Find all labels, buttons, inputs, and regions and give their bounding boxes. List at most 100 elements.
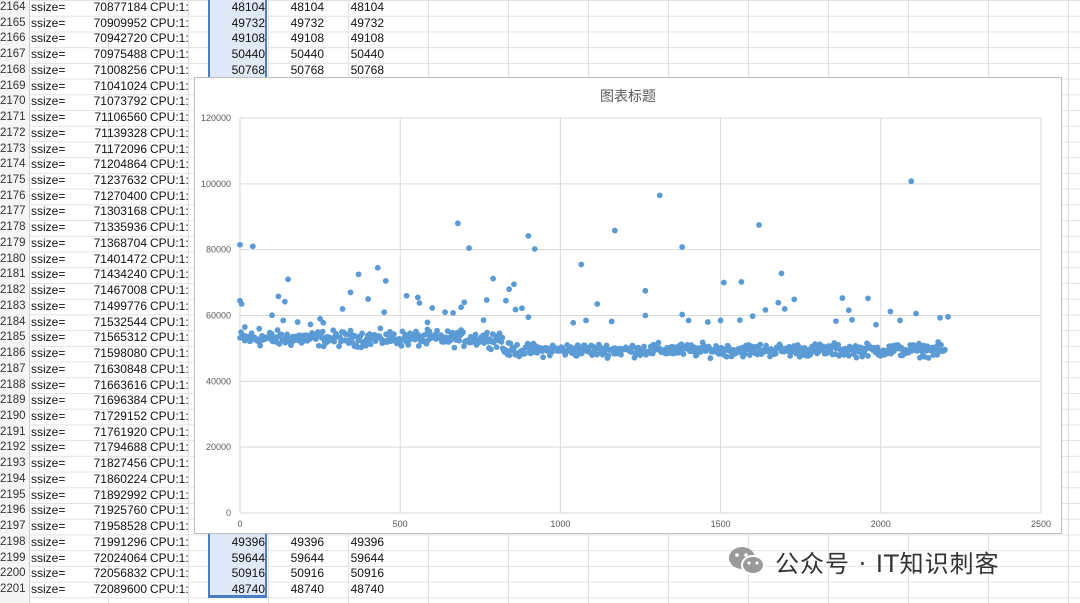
cell-label[interactable]: ssize= [31, 409, 89, 425]
cell-label[interactable]: ssize= [31, 393, 89, 409]
row-number[interactable]: 2184 [0, 315, 29, 331]
row-number[interactable]: 2180 [0, 252, 29, 268]
cell-label[interactable]: ssize= [31, 535, 89, 551]
cell-e[interactable]: 48104 [268, 0, 326, 16]
row-number[interactable]: 2183 [0, 299, 29, 315]
cell-d[interactable]: 50916 [209, 566, 267, 582]
cell-label[interactable]: ssize= [31, 236, 89, 252]
cell-label[interactable]: ssize= [31, 79, 89, 95]
cell-value[interactable]: 71237632 [89, 173, 147, 189]
cell-d[interactable]: 50440 [209, 47, 267, 63]
cell-f[interactable]: 48104 [328, 0, 386, 16]
chart-object[interactable]: 图表标题 0 20000 40000 60000 80000 100000 120000 0… [194, 77, 1062, 534]
row-number[interactable]: 2178 [0, 220, 29, 236]
cell-label[interactable]: ssize= [31, 0, 89, 16]
cell-value[interactable]: 71139328 [89, 126, 148, 142]
cell-label[interactable]: ssize= [31, 362, 89, 378]
cell-value[interactable]: 71925760 [89, 503, 147, 519]
cell-label[interactable]: ssize= [31, 315, 89, 331]
cell-label[interactable]: ssize= [31, 503, 89, 519]
row-number[interactable]: 2177 [0, 204, 29, 220]
cell-cpu[interactable]: CPU:1: [150, 16, 208, 32]
row-number[interactable]: 2190 [0, 409, 29, 425]
cell-label[interactable]: ssize= [31, 110, 89, 126]
cell-label[interactable]: ssize= [31, 126, 89, 142]
cell-value[interactable]: 71499776 [89, 299, 147, 315]
row-number[interactable]: 2186 [0, 346, 29, 362]
cell-f[interactable]: 59644 [328, 551, 386, 567]
row-number[interactable]: 2169 [0, 79, 29, 95]
cell-f[interactable]: 50440 [328, 47, 386, 63]
cell-value[interactable]: 71041024 [89, 79, 147, 95]
row-number[interactable]: 2195 [0, 488, 29, 504]
cell-label[interactable]: ssize= [31, 378, 89, 394]
cell-label[interactable]: ssize= [31, 157, 89, 173]
cell-value[interactable]: 71008256 [89, 63, 147, 79]
cell-value[interactable]: 72089600 [89, 582, 147, 598]
row-number[interactable]: 2194 [0, 472, 29, 488]
cell-label[interactable]: ssize= [31, 425, 89, 441]
cell-value[interactable]: 71073792 [89, 94, 147, 110]
row-number[interactable]: 2181 [0, 267, 29, 283]
row-number[interactable]: 2165 [0, 16, 29, 32]
cell-e[interactable]: 50916 [268, 566, 326, 582]
cell-value[interactable]: 71761920 [89, 425, 147, 441]
cell-f[interactable]: 49108 [328, 31, 386, 47]
cell-value[interactable]: 71270400 [89, 189, 147, 205]
row-number[interactable]: 2193 [0, 456, 29, 472]
cell-label[interactable]: ssize= [31, 456, 89, 472]
cell-label[interactable]: ssize= [31, 142, 89, 158]
row-number[interactable]: 2164 [0, 0, 29, 16]
cell-value[interactable]: 71794688 [89, 440, 147, 456]
row-number[interactable]: 2175 [0, 173, 29, 189]
cell-value[interactable]: 71696384 [89, 393, 147, 409]
cell-f[interactable]: 49732 [328, 16, 386, 32]
cell-d[interactable]: 59644 [209, 551, 267, 567]
row-number[interactable]: 2192 [0, 440, 29, 456]
cell-label[interactable]: ssize= [31, 330, 89, 346]
cell-label[interactable]: ssize= [31, 94, 89, 110]
cell-value[interactable]: 71958528 [89, 519, 147, 535]
cell-label[interactable]: ssize= [31, 566, 89, 582]
row-number[interactable]: 2191 [0, 425, 29, 441]
cell-value[interactable]: 71401472 [89, 252, 147, 268]
cell-value[interactable]: 71532544 [89, 315, 147, 331]
cell-label[interactable]: ssize= [31, 16, 89, 32]
cell-d[interactable]: 49732 [209, 16, 267, 32]
cell-cpu[interactable]: CPU:1: [150, 47, 208, 63]
cell-value[interactable]: 70877184 [89, 0, 147, 16]
cell-value[interactable]: 71860224 [89, 472, 147, 488]
row-number[interactable]: 2201 [0, 582, 29, 598]
cell-label[interactable]: ssize= [31, 252, 89, 268]
cell-cpu[interactable]: CPU:1: [150, 551, 208, 567]
cell-d[interactable]: 49396 [209, 535, 267, 551]
cell-value[interactable]: 71335936 [89, 220, 147, 236]
cell-cpu[interactable]: CPU:1: [150, 0, 208, 16]
cell-e[interactable]: 50440 [268, 47, 326, 63]
cell-label[interactable]: ssize= [31, 204, 89, 220]
cell-value[interactable]: 71172096 [89, 142, 148, 158]
row-number[interactable]: 2176 [0, 189, 29, 205]
cell-label[interactable]: ssize= [31, 519, 89, 535]
cell-label[interactable]: ssize= [31, 267, 89, 283]
cell-value[interactable]: 71565312 [89, 330, 147, 346]
row-number[interactable]: 2185 [0, 330, 29, 346]
cell-d[interactable]: 49108 [209, 31, 267, 47]
cell-value[interactable]: 71434240 [89, 267, 147, 283]
cell-value[interactable]: 71303168 [89, 204, 147, 220]
cell-value[interactable]: 71467008 [89, 283, 147, 299]
row-number[interactable]: 2189 [0, 393, 29, 409]
cell-value[interactable]: 71106560 [89, 110, 148, 126]
cell-f[interactable]: 50916 [328, 566, 386, 582]
cell-label[interactable]: ssize= [31, 551, 89, 567]
cell-e[interactable]: 49396 [268, 535, 326, 551]
cell-value[interactable]: 71663616 [89, 378, 147, 394]
row-number[interactable]: 2170 [0, 94, 29, 110]
cell-value[interactable]: 71729152 [89, 409, 147, 425]
cell-value[interactable]: 70909952 [89, 16, 147, 32]
row-number[interactable]: 2200 [0, 566, 29, 582]
cell-label[interactable]: ssize= [31, 488, 89, 504]
cell-e[interactable]: 59644 [268, 551, 326, 567]
cell-e[interactable]: 49732 [268, 16, 326, 32]
cell-d[interactable]: 48104 [209, 0, 267, 16]
